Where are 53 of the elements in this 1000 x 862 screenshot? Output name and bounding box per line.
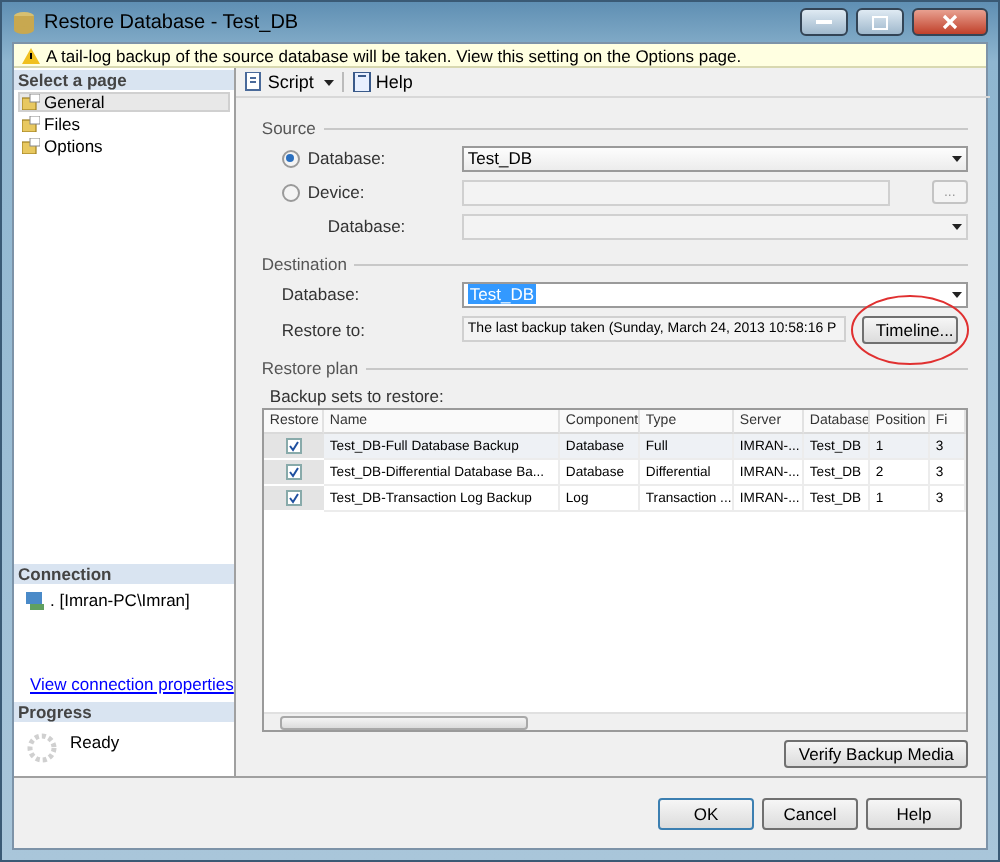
warning-message: A tail-log backup of the source database will be taken. View this setting on the Options page. (46, 45, 742, 65)
caret-icon (323, 79, 334, 85)
pane-header: Select a page (14, 70, 234, 90)
section-title: Restore plan (261, 358, 359, 378)
page-item[interactable]: General (18, 92, 230, 112)
section-title: Source (261, 118, 316, 138)
progress-status: Ready (70, 732, 120, 752)
help-icon (351, 72, 372, 92)
pane-header: Connection (14, 564, 234, 584)
connection-link[interactable]: View connection properties (30, 674, 234, 694)
close-button[interactable] (912, 8, 988, 36)
device-field[interactable] (461, 179, 890, 205)
dialog-button[interactable]: Cancel (762, 797, 858, 829)
timeline-button[interactable]: Timeline... (861, 315, 958, 343)
field-label: Database: (325, 216, 408, 236)
page-item[interactable]: Files (18, 114, 230, 134)
database-dropdown[interactable]: Test_DB (461, 145, 968, 171)
minimize-icon (816, 19, 832, 25)
horizontal-scrollbar[interactable] (263, 712, 966, 730)
row-checkbox[interactable] (285, 438, 302, 454)
caret-icon (951, 223, 962, 229)
field-label: Restore to: (279, 319, 367, 339)
page-icon (22, 94, 40, 110)
page-item[interactable]: Options (18, 136, 230, 156)
row-checkbox[interactable] (285, 490, 302, 506)
minimize-button[interactable] (800, 8, 848, 36)
spinner-icon (26, 732, 58, 764)
help-button[interactable]: Help (349, 72, 415, 92)
dialog-button[interactable]: Help (866, 797, 962, 829)
field-label: Database: (279, 284, 362, 304)
section-title: Destination (261, 254, 347, 274)
radio-option[interactable]: Database: (261, 148, 462, 168)
verify-button[interactable]: Verify Backup Media (784, 740, 968, 768)
close-icon (942, 14, 958, 30)
maximize-icon (872, 15, 888, 29)
row-checkbox[interactable] (285, 464, 302, 480)
page-icon (22, 138, 40, 154)
highlight-ellipse (849, 291, 970, 367)
warning-icon (22, 47, 40, 63)
pane-header: Progress (14, 702, 234, 722)
database-icon (12, 10, 36, 34)
page-icon (22, 116, 40, 132)
connection-text: . [Imran-PC\Imran] (50, 590, 190, 610)
script-icon (243, 72, 264, 92)
dialog-button[interactable]: OK (658, 797, 754, 829)
script-button[interactable]: Script (241, 72, 336, 92)
caret-icon (951, 291, 962, 297)
server-icon (26, 591, 44, 609)
window-title: Restore Database - Test_DB (44, 11, 301, 33)
maximize-button[interactable] (856, 8, 904, 36)
radio-option[interactable]: Device: (261, 182, 462, 202)
caret-icon (951, 155, 962, 161)
table-caption: Backup sets to restore: (269, 386, 446, 406)
